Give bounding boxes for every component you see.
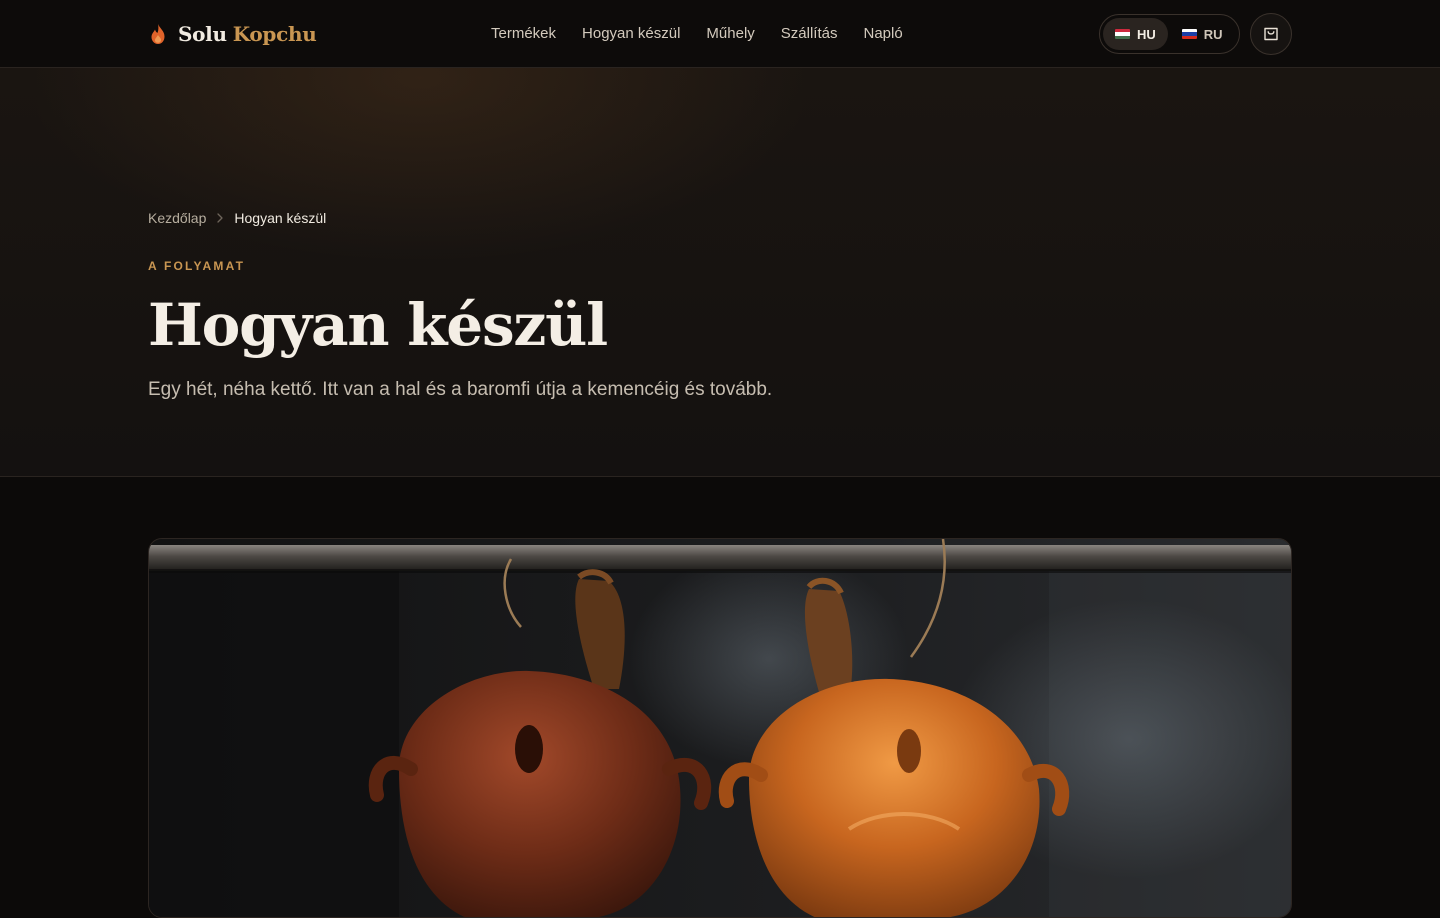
nav-item-how-its-made[interactable]: Hogyan készül	[582, 22, 680, 46]
smoked-poultry-photo	[149, 539, 1291, 917]
russia-flag-icon	[1181, 29, 1197, 39]
nav-item-journal[interactable]: Napló	[863, 22, 902, 46]
brand-logo-link[interactable]: Solu Kopchu	[148, 20, 317, 48]
nav-item-products[interactable]: Termékek	[491, 22, 556, 46]
cart-button[interactable]	[1250, 13, 1292, 55]
nav-item-workshop[interactable]: Műhely	[706, 22, 754, 46]
flame-icon	[151, 24, 165, 44]
language-code-ru: RU	[1203, 26, 1223, 42]
brand-name-part2: Kopchu	[232, 22, 317, 46]
language-switcher: HU RU	[1099, 14, 1240, 54]
hero-section: Kezdőlap Hogyan készül A FOLYAMAT Hogyan…	[0, 68, 1440, 477]
main-nav: Termékek Hogyan készül Műhely Szállítás …	[491, 22, 903, 46]
feature-image	[148, 538, 1292, 918]
cart-icon	[1264, 27, 1278, 41]
chevron-right-icon	[217, 213, 224, 223]
brand-name-part1: Solu	[178, 22, 227, 46]
brand-wordmark: Solu Kopchu	[178, 22, 317, 46]
breadcrumb-home-link[interactable]: Kezdőlap	[148, 210, 206, 226]
language-code-hu: HU	[1137, 26, 1156, 42]
language-option-hu[interactable]: HU	[1103, 18, 1168, 50]
nav-item-shipping[interactable]: Szállítás	[781, 22, 838, 46]
language-option-ru[interactable]: RU	[1170, 18, 1235, 50]
page-lede: Egy hét, néha kettő. Itt van a hal és a …	[148, 379, 773, 400]
site-header: Solu Kopchu Termékek Hogyan készül Műhely…	[0, 0, 1440, 68]
section-eyebrow: A FOLYAMAT	[148, 259, 246, 273]
hungary-flag-icon	[1115, 29, 1130, 39]
breadcrumb: Kezdőlap Hogyan készül	[148, 210, 326, 226]
page-title: Hogyan készül	[148, 291, 608, 359]
breadcrumb-current: Hogyan készül	[234, 210, 327, 226]
